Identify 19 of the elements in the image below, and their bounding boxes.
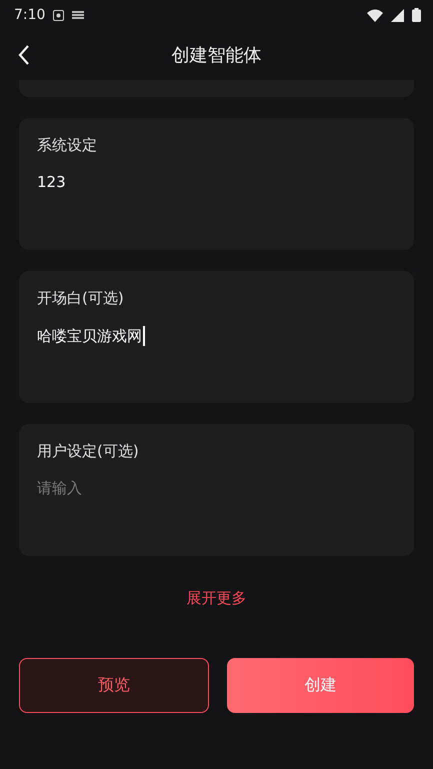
- field-label: 用户设定(可选): [37, 442, 140, 461]
- battery-icon: [412, 8, 421, 22]
- field-label: 系统设定: [37, 136, 98, 155]
- signal-icon: [391, 8, 404, 22]
- back-icon[interactable]: [18, 45, 30, 65]
- text-area-field[interactable]: 用户设定(可选) 请输入: [19, 424, 414, 556]
- page-title: 创建智能体: [172, 44, 262, 67]
- text-area-field[interactable]: 系统设定 123: [19, 118, 414, 250]
- field-value: 哈喽宝贝游戏网: [37, 326, 142, 346]
- text-area-field[interactable]: 开场白(可选) 哈喽宝贝游戏网: [19, 271, 414, 403]
- preview-button[interactable]: 预览: [19, 658, 208, 713]
- field-label: 开场白(可选): [37, 289, 125, 308]
- field-value: 123: [37, 173, 66, 191]
- status-time: 7:10: [14, 7, 46, 23]
- wifi-icon: [367, 8, 383, 22]
- field-placeholder: 请输入: [37, 479, 82, 498]
- notification-icon: [72, 11, 84, 19]
- notification-icon: [53, 10, 64, 20]
- expand-more-link[interactable]: 展开更多: [186, 589, 246, 608]
